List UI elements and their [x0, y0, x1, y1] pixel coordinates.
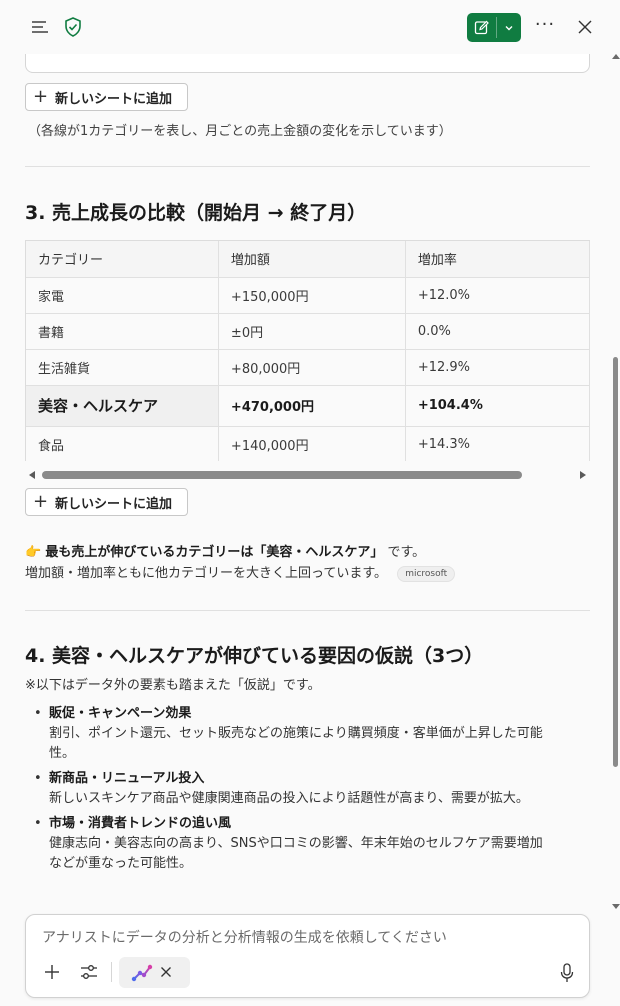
edit-icon: [474, 20, 489, 35]
table-cell: +80,000円: [218, 349, 406, 386]
vertical-scroll-thumb[interactable]: [613, 357, 618, 767]
hypothesis-text: などが重なった可能性。: [49, 856, 193, 871]
table-cell: +140,000円: [218, 426, 406, 461]
plus-icon: +: [33, 86, 49, 107]
vertical-scrollbar[interactable]: [611, 54, 620, 909]
section-3-heading: 3. 売上成長の比較（開始月 → 終了月）: [25, 202, 367, 224]
source-citation-badge[interactable]: microsoft: [397, 566, 456, 582]
conversation-area: + 新しいシートに追加 （各線が1カテゴリーを表し、月ごとの売上金額の変化を示し…: [0, 0, 610, 902]
highlight-line-2: 増加額・増加率ともに他カテゴリーを大きく上回っています。 microsoft: [25, 562, 456, 582]
table-cell: ±0円: [218, 313, 406, 350]
highlight-line-1: 👉 最も売上が伸びているカテゴリーは「美容・ヘルスケア」 です。: [25, 541, 425, 560]
table-row: 食品 +140,000円 +14.3%: [26, 426, 590, 461]
toolbar-separator: [111, 962, 112, 982]
table-cell: 書籍: [26, 313, 219, 350]
column-header-increase-rate: 増加率: [405, 241, 590, 278]
shield-check-icon[interactable]: [63, 16, 83, 38]
section-4-note: ※以下はデータ外の要素も踏まえた「仮説」です。: [25, 678, 321, 693]
table-cell: +470,000円: [218, 385, 406, 427]
message-input[interactable]: アナリストにデータの分析と分析情報の生成を依頼してください: [42, 927, 447, 947]
hypothesis-title: 新商品・リニューアル投入: [49, 771, 205, 786]
more-options-button[interactable]: ···: [533, 16, 557, 38]
list-item: 市場・消費者トレンドの追い風 健康志向・美容志向の高まり、SNSや口コミの影響、…: [34, 814, 589, 874]
chevron-down-icon: [505, 25, 513, 30]
highlight-bold-text: 最も売上が伸びているカテゴリーは「美容・ヘルスケア」: [45, 545, 384, 560]
message-composer: アナリストにデータの分析と分析情報の生成を依頼してください: [25, 914, 590, 998]
table-row-highlighted: 美容・ヘルスケア +470,000円 +104.4%: [26, 385, 590, 427]
plus-icon[interactable]: [42, 962, 62, 982]
highlight-end-text: です。: [383, 545, 426, 560]
add-to-new-sheet-label: 新しいシートに追加: [55, 91, 173, 107]
table-cell: 生活雑貨: [26, 349, 219, 386]
table-horizontal-scrollbar[interactable]: [25, 468, 590, 482]
analyst-agent-icon: [131, 964, 153, 982]
scroll-left-arrow-icon[interactable]: [29, 471, 35, 479]
table-cell: 美容・ヘルスケア: [26, 385, 219, 427]
hypothesis-text: 性。: [49, 746, 76, 761]
hamburger-icon[interactable]: [30, 18, 50, 36]
scroll-down-arrow-icon[interactable]: [612, 904, 620, 909]
scroll-right-arrow-icon[interactable]: [580, 471, 586, 479]
column-header-category: カテゴリー: [26, 241, 219, 278]
hypothesis-title: 販促・キャンペーン効果: [49, 706, 192, 721]
table-row: 書籍 ±0円 0.0%: [26, 313, 590, 350]
table-cell: +104.4%: [405, 385, 590, 427]
close-icon[interactable]: [574, 16, 596, 38]
list-item: 新商品・リニューアル投入 新しいスキンケア商品や健康関連商品の投入により話題性が…: [34, 769, 589, 809]
column-header-increase-amount: 増加額: [218, 241, 406, 278]
hypothesis-title: 市場・消費者トレンドの追い風: [49, 816, 232, 831]
divider: [25, 166, 590, 167]
new-chat-button-group: [467, 13, 521, 42]
divider: [25, 610, 590, 611]
hypothesis-text: 割引、ポイント還元、セット販売などの施策により購買頻度・客単価が上昇した可能: [49, 726, 543, 741]
growth-table: カテゴリー 増加額 増加率 家電 +150,000円 +12.0% 書籍 ±0円…: [26, 241, 590, 461]
list-item: 販促・キャンペーン効果 割引、ポイント還元、セット販売などの施策により購買頻度・…: [34, 704, 589, 764]
hypothesis-text: 新しいスキンケア商品や健康関連商品の投入により話題性が高まり、需要が拡大。: [49, 791, 529, 806]
table-cell: 家電: [26, 277, 219, 314]
microphone-icon[interactable]: [559, 962, 575, 984]
hypothesis-list: 販促・キャンペーン効果 割引、ポイント還元、セット販売などの施策により購買頻度・…: [34, 704, 589, 879]
table-cell: 食品: [26, 426, 219, 461]
add-to-new-sheet-button[interactable]: + 新しいシートに追加: [25, 83, 188, 111]
chart-note: （各線が1カテゴリーを表し、月ごとの売上金額の変化を示しています）: [28, 124, 452, 139]
table-cell: 0.0%: [405, 313, 590, 350]
plus-icon: +: [33, 491, 49, 512]
scroll-up-arrow-icon[interactable]: [612, 54, 620, 59]
section-4-heading: 4. 美容・ヘルスケアが伸びている要因の仮説（3つ）: [25, 645, 484, 667]
new-chat-button[interactable]: [467, 13, 496, 42]
sliders-icon[interactable]: [79, 963, 99, 981]
top-bar: ···: [0, 0, 620, 54]
remove-agent-icon[interactable]: [160, 966, 172, 978]
table-cell: +14.3%: [405, 426, 590, 461]
table-cell: +12.9%: [405, 349, 590, 386]
table-row: 生活雑貨 +80,000円 +12.9%: [26, 349, 590, 386]
add-to-new-sheet-label: 新しいシートに追加: [55, 496, 173, 512]
table-header-row: カテゴリー 増加額 増加率: [26, 241, 590, 278]
hypothesis-text: 健康志向・美容志向の高まり、SNSや口コミの影響、年末年始のセルフケア需要増加: [49, 836, 543, 851]
horizontal-scroll-thumb[interactable]: [42, 471, 522, 479]
analyst-agent-chip[interactable]: [119, 957, 190, 988]
pointing-hand-icon: 👉: [25, 545, 42, 560]
table-cell: +150,000円: [218, 277, 406, 314]
table-row: 家電 +150,000円 +12.0%: [26, 277, 590, 314]
growth-table-container: カテゴリー 増加額 増加率 家電 +150,000円 +12.0% 書籍 ±0円…: [25, 240, 590, 461]
new-chat-dropdown-button[interactable]: [497, 13, 521, 42]
table-cell: +12.0%: [405, 277, 590, 314]
add-to-new-sheet-button[interactable]: + 新しいシートに追加: [25, 488, 188, 516]
highlight-line-2-text: 増加額・増加率ともに他カテゴリーを大きく上回っています。: [25, 566, 388, 581]
